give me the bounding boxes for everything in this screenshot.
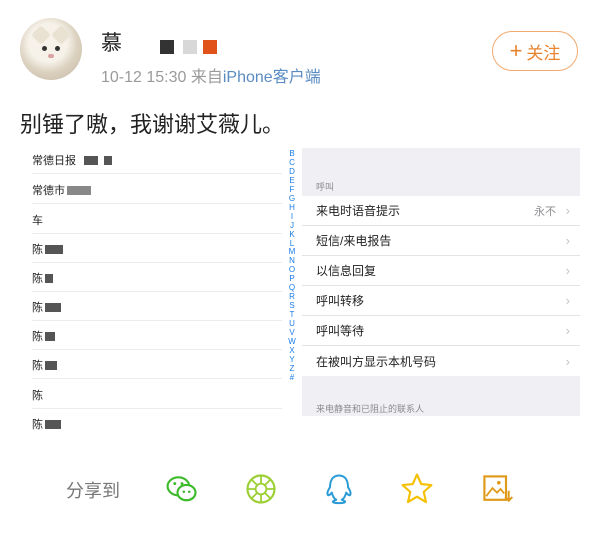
chevron-right-icon: › bbox=[565, 293, 570, 308]
row-label: 在被叫方显示本机号码 bbox=[316, 354, 437, 369]
redaction-block bbox=[203, 40, 217, 54]
share-label: 分享到 bbox=[66, 481, 120, 501]
settings-row[interactable]: 呼叫转移 › bbox=[302, 286, 580, 316]
list-item: 常德日报 bbox=[32, 150, 112, 170]
redaction-block bbox=[45, 244, 63, 254]
avatar-ear bbox=[51, 25, 71, 45]
redaction-block bbox=[45, 273, 53, 283]
list-item: 常德市 bbox=[32, 180, 91, 200]
avatar-ear bbox=[31, 25, 51, 45]
embedded-screenshot[interactable]: 常德日报 常德市 车 陈 陈 陈 陈 陈 陈 陈 B C D E F G H I… bbox=[20, 148, 580, 430]
redaction-block bbox=[104, 155, 112, 165]
contact-name: 常德市 bbox=[32, 185, 65, 197]
contact-name: 陈 bbox=[32, 331, 43, 343]
divider bbox=[32, 408, 282, 409]
row-value: 永不 bbox=[534, 205, 556, 218]
call-settings-panel: 呼叫 来电时语音提示 永不 › 短信/来电报告 › 以信息回复 › 呼叫转移 › 呼叫等待… bbox=[302, 148, 580, 430]
post-source[interactable]: iPhone客户端 bbox=[223, 69, 321, 86]
list-item: 陈 bbox=[32, 414, 61, 430]
divider bbox=[32, 173, 282, 174]
avatar-nose bbox=[48, 54, 54, 58]
divider bbox=[32, 203, 282, 204]
list-item: 陈 bbox=[32, 355, 57, 375]
contact-name: 陈 bbox=[32, 244, 43, 256]
contact-name: 常德日报 bbox=[32, 155, 76, 167]
index-letter[interactable]: # bbox=[286, 373, 298, 383]
settings-row[interactable]: 短信/来电报告 › bbox=[302, 226, 580, 256]
settings-list: 来电时语音提示 永不 › 短信/来电报告 › 以信息回复 › 呼叫转移 › 呼叫等待 › 在… bbox=[302, 196, 580, 376]
redaction-block bbox=[183, 40, 197, 54]
row-label: 呼叫等待 bbox=[316, 324, 365, 338]
post-meta: 10-12 15:30 来自iPhone客户端 bbox=[101, 63, 321, 87]
contact-name: 陈 bbox=[32, 390, 43, 402]
source-prefix: 来自 bbox=[190, 69, 223, 86]
settings-row-partial[interactable] bbox=[302, 416, 580, 430]
settings-row[interactable]: 以信息回复 › bbox=[302, 256, 580, 286]
redaction-block bbox=[45, 360, 57, 370]
post-time: 10-12 15:30 bbox=[101, 69, 187, 86]
redaction-block bbox=[160, 40, 174, 54]
chevron-right-icon: › bbox=[565, 323, 570, 338]
settings-row[interactable]: 呼叫等待 › bbox=[302, 316, 580, 346]
chevron-right-icon: › bbox=[565, 263, 570, 278]
chevron-right-icon: › bbox=[565, 353, 570, 369]
redaction-block bbox=[45, 331, 55, 341]
redaction-block bbox=[67, 185, 91, 195]
wechat-icon[interactable] bbox=[163, 470, 201, 508]
chevron-right-icon: › bbox=[565, 233, 570, 248]
contacts-list: 常德日报 常德市 车 陈 陈 陈 陈 陈 陈 陈 bbox=[20, 148, 282, 430]
row-label: 短信/来电报告 bbox=[316, 234, 392, 248]
divider bbox=[32, 291, 282, 292]
divider bbox=[32, 349, 282, 350]
redaction-block bbox=[84, 155, 98, 165]
contact-name: 陈 bbox=[32, 273, 43, 285]
row-label: 呼叫转移 bbox=[316, 294, 365, 308]
avatar-eye bbox=[42, 46, 47, 51]
qq-icon[interactable] bbox=[320, 470, 358, 508]
moments-icon[interactable] bbox=[242, 470, 280, 508]
follow-button[interactable]: + 关注 bbox=[492, 31, 578, 71]
section-header: 来电静音和已阻止的联系人 bbox=[316, 404, 425, 414]
list-item: 陈 bbox=[32, 268, 53, 288]
row-label: 以信息回复 bbox=[316, 264, 377, 278]
alphabet-index[interactable]: B C D E F G H I J K L M N O P Q R S T U … bbox=[286, 149, 298, 383]
settings-row[interactable]: 在被叫方显示本机号码 › bbox=[302, 346, 580, 376]
contact-name: 陈 bbox=[32, 302, 43, 314]
contact-name: 陈 bbox=[32, 360, 43, 372]
contact-name: 车 bbox=[32, 215, 43, 227]
chevron-right-icon: › bbox=[565, 203, 570, 218]
divider bbox=[32, 378, 282, 379]
avatar[interactable] bbox=[20, 18, 82, 80]
avatar-eye bbox=[55, 46, 60, 51]
list-item: 陈 bbox=[32, 326, 55, 346]
divider bbox=[32, 320, 282, 321]
divider bbox=[32, 233, 282, 234]
list-item: 陈 bbox=[32, 385, 43, 405]
list-item: 车 bbox=[32, 210, 43, 230]
row-label: 来电时语音提示 bbox=[316, 204, 401, 218]
contact-name: 陈 bbox=[32, 419, 43, 430]
plus-icon: + bbox=[509, 38, 523, 63]
section-header: 呼叫 bbox=[316, 182, 335, 192]
redaction-block bbox=[45, 419, 61, 429]
list-item: 陈 bbox=[32, 239, 63, 259]
list-item: 陈 bbox=[32, 297, 61, 317]
settings-row[interactable]: 来电时语音提示 永不 › bbox=[302, 196, 580, 226]
post-text: 别锤了嗷，我谢谢艾薇儿。 bbox=[20, 112, 285, 137]
save-image-icon[interactable] bbox=[478, 470, 516, 508]
redaction-block bbox=[45, 302, 61, 312]
username[interactable]: 慕 bbox=[101, 27, 122, 57]
divider bbox=[32, 262, 282, 263]
follow-label: 关注 bbox=[526, 43, 561, 63]
qzone-icon[interactable] bbox=[398, 470, 436, 508]
